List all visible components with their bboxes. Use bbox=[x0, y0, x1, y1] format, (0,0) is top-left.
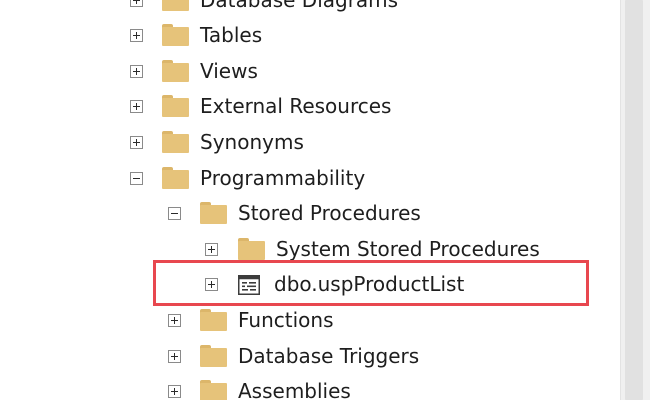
folder-icon bbox=[162, 131, 189, 153]
expand-icon[interactable] bbox=[130, 100, 143, 113]
expand-icon[interactable] bbox=[205, 243, 218, 256]
expand-icon[interactable] bbox=[130, 29, 143, 42]
expand-icon[interactable] bbox=[168, 385, 181, 398]
tree-node-label: Views bbox=[200, 59, 258, 83]
tree-node-label: Stored Procedures bbox=[238, 201, 421, 225]
object-explorer-tree: Database Diagrams Tables Views External … bbox=[0, 0, 620, 400]
folder-icon bbox=[162, 167, 189, 189]
tree-node-label: Tables bbox=[200, 23, 263, 47]
folder-icon bbox=[162, 95, 189, 117]
folder-icon bbox=[200, 380, 227, 400]
tree-node-external-resources[interactable]: External Resources bbox=[0, 89, 620, 125]
tree-node-label: Programmability bbox=[200, 166, 366, 190]
folder-icon bbox=[200, 345, 227, 367]
folder-icon bbox=[162, 24, 189, 46]
tree-node-label: Database Triggers bbox=[238, 344, 420, 368]
expand-icon[interactable] bbox=[130, 136, 143, 149]
tree-node-tables[interactable]: Tables bbox=[0, 18, 620, 54]
expand-icon[interactable] bbox=[168, 350, 181, 363]
expand-icon[interactable] bbox=[130, 65, 143, 78]
scrollbar-thumb[interactable] bbox=[625, 0, 643, 400]
expand-icon[interactable] bbox=[130, 0, 143, 7]
tree-node-label: Assemblies bbox=[238, 379, 351, 400]
folder-icon bbox=[238, 238, 265, 260]
tree-node-stored-procedures[interactable]: Stored Procedures bbox=[0, 196, 620, 232]
tree-node-programmability[interactable]: Programmability bbox=[0, 161, 620, 197]
tree-node-label: System Stored Procedures bbox=[276, 237, 540, 261]
tree-node-label: Database Diagrams bbox=[200, 0, 399, 12]
folder-icon bbox=[200, 202, 227, 224]
tree-node-label: External Resources bbox=[200, 94, 392, 118]
tree-node-database-triggers[interactable]: Database Triggers bbox=[0, 339, 620, 375]
highlight-box bbox=[153, 260, 589, 306]
collapse-icon[interactable] bbox=[168, 207, 181, 220]
folder-icon bbox=[200, 309, 227, 331]
tree-node-assemblies[interactable]: Assemblies bbox=[0, 374, 620, 400]
tree-node-label: Functions bbox=[238, 308, 334, 332]
tree-node-synonyms[interactable]: Synonyms bbox=[0, 125, 620, 161]
tree-node-views[interactable]: Views bbox=[0, 54, 620, 90]
vertical-scrollbar[interactable] bbox=[620, 0, 650, 400]
folder-icon bbox=[162, 60, 189, 82]
collapse-icon[interactable] bbox=[130, 172, 143, 185]
expand-icon[interactable] bbox=[168, 314, 181, 327]
tree-node-label: Synonyms bbox=[200, 130, 304, 154]
tree-node-database-diagrams[interactable]: Database Diagrams bbox=[0, 0, 620, 19]
tree-node-functions[interactable]: Functions bbox=[0, 303, 620, 339]
folder-icon bbox=[162, 0, 189, 11]
